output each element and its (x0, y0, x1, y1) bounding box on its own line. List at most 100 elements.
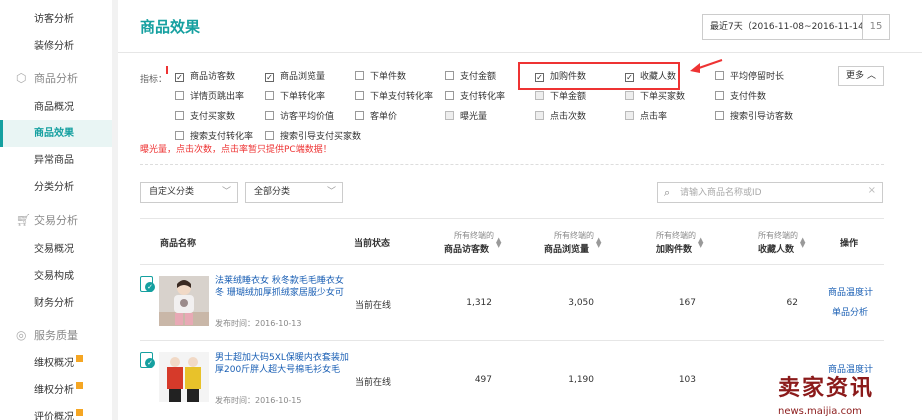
sidebar-item-rights-overview[interactable]: 维权概况 (0, 350, 112, 377)
checkbox-icon[interactable] (715, 111, 724, 120)
checkbox-icon[interactable] (355, 91, 364, 100)
pv-value: 3,050 (568, 298, 594, 308)
product-name-link[interactable]: 法莱绒睡衣女 秋冬款毛毛睡衣女冬 珊瑚绒加厚抓绒家居服少女可 (215, 275, 351, 301)
indicator-checkbox[interactable]: 访客平均价值 (265, 111, 334, 125)
indicator-checkbox[interactable]: 平均停留时长 (715, 71, 784, 85)
sidebar-group-label: 服务质量 (34, 329, 78, 342)
indicator-checkbox[interactable]: 客单价 (355, 111, 397, 125)
indicator-checkbox[interactable]: 支付转化率 (445, 91, 505, 105)
cart-value: 103 (678, 375, 696, 385)
sidebar-item-review-overview[interactable]: 评价概况 (0, 404, 112, 420)
product-thumbnail[interactable] (159, 276, 209, 326)
checkbox-icon[interactable] (715, 91, 724, 100)
indicator-checkbox[interactable]: 搜索引导访客数 (715, 111, 793, 125)
sidebar-item-decoration-analysis[interactable]: 装修分析 (0, 33, 112, 60)
select-value: 全部分类 (254, 187, 291, 197)
chevron-down-icon: ﹀ (326, 187, 336, 197)
checkbox-icon[interactable] (355, 111, 364, 120)
sidebar-group-trade[interactable]: 🛒︎ 交易分析 (16, 209, 78, 231)
indicator-checkbox[interactable]: 下单转化率 (265, 91, 325, 105)
indicator-label: 支付买家数 (190, 112, 236, 122)
row-divider (140, 340, 884, 341)
indicator-label: 访客平均价值 (280, 112, 335, 122)
indicator-checkbox[interactable]: 支付买家数 (175, 111, 235, 125)
checkbox-icon[interactable] (265, 131, 274, 140)
sidebar-item-abnormal-products[interactable]: 异常商品 (0, 147, 112, 174)
sidebar-group-product[interactable]: ⬡ 商品分析 (16, 67, 78, 89)
col-subheader-uv: 所有终端的 (454, 231, 494, 240)
indicator-checkbox[interactable]: 支付金额 (445, 71, 496, 85)
uv-value: 497 (474, 375, 492, 385)
mobile-icon: ✓ (140, 352, 155, 368)
sidebar-item-rights-analysis[interactable]: 维权分析 (0, 377, 112, 404)
uv-value: 1,312 (466, 298, 492, 308)
indicator-checkbox[interactable]: 下单件数 (355, 71, 406, 85)
table-header-border (140, 264, 884, 265)
indicator-label: 下单支付转化率 (370, 92, 434, 102)
sidebar-group-service[interactable]: ◎ 服务质量 (16, 324, 78, 346)
sidebar-item-product-effect[interactable]: 商品效果 (0, 120, 112, 147)
sort-icon[interactable]: ▲ ▼ (800, 237, 805, 249)
custom-category-select[interactable]: 自定义分类 ﹀ (140, 182, 238, 203)
clear-icon[interactable]: × (868, 185, 876, 196)
single-product-analysis-link[interactable]: 单品分析 (832, 305, 868, 318)
checkbox-icon[interactable] (175, 131, 184, 140)
product-thumbnail[interactable] (159, 352, 209, 402)
sort-icon[interactable]: ▲ ▼ (496, 237, 501, 249)
sort-icon[interactable]: ▲ ▼ (596, 237, 601, 249)
col-header-cart[interactable]: 加购件数 (656, 242, 692, 255)
table-top-border (140, 218, 884, 219)
indicator-checkbox: 下单买家数 (625, 91, 685, 105)
indicator-label: 指标： (140, 75, 168, 85)
product-thermometer-link[interactable]: 商品温度计 (828, 285, 873, 298)
sidebar-item-category-analysis[interactable]: 分类分析 (0, 174, 112, 201)
checkbox-icon[interactable] (175, 91, 184, 100)
checkbox-icon[interactable] (445, 71, 454, 80)
col-header-uv[interactable]: 商品访客数 (444, 242, 489, 255)
indicator-checkbox[interactable]: ✓ 商品访客数 (175, 71, 235, 85)
product-name-link[interactable]: 男士超加大码5XL保暖内衣套装加厚200斤胖人超大号棉毛衫女毛 (215, 352, 351, 378)
product-search[interactable]: ⌕ × (657, 182, 883, 203)
all-category-select[interactable]: 全部分类 ﹀ (245, 182, 343, 203)
calendar-icon[interactable]: 15 (862, 14, 890, 40)
checkbox-icon[interactable] (355, 71, 364, 80)
sort-icon[interactable]: ▲ ▼ (698, 237, 703, 249)
checkbox-icon (535, 91, 544, 100)
new-badge (76, 409, 83, 416)
sidebar-item-trade-composition[interactable]: 交易构成 (0, 263, 112, 290)
sidebar-item-visitor-analysis[interactable]: 访客分析 (0, 6, 112, 33)
checkbox-checked-icon[interactable]: ✓ (175, 73, 184, 82)
checkbox-icon[interactable] (445, 91, 454, 100)
indicator-checkbox[interactable]: ✓ 商品浏览量 (265, 71, 325, 85)
watermark: 卖家资讯 news.maijia.com (750, 370, 922, 420)
checkbox-icon[interactable] (265, 111, 274, 120)
col-header-pv[interactable]: 商品浏览量 (544, 242, 589, 255)
sidebar-group-label: 商品分析 (34, 72, 78, 85)
indicator-label: 曝光量 (460, 112, 488, 122)
checkbox-icon[interactable] (175, 111, 184, 120)
indicator-checkbox[interactable]: 下单支付转化率 (355, 91, 433, 105)
col-header-fav[interactable]: 收藏人数 (758, 242, 794, 255)
indicator-checkbox[interactable]: 支付件数 (715, 91, 766, 105)
sidebar-item-finance-analysis[interactable]: 财务分析 (0, 290, 112, 317)
indicator-label: 下单买家数 (640, 92, 686, 102)
more-label: 更多 (846, 71, 865, 81)
checkbox-icon[interactable] (265, 91, 274, 100)
calendar-day: 15 (869, 21, 883, 32)
search-input[interactable] (680, 184, 856, 201)
headset-icon: ◎ (16, 328, 27, 342)
section-divider (140, 164, 884, 165)
indicator-label: 商品浏览量 (280, 72, 326, 82)
check-icon: ✓ (145, 358, 155, 368)
col-header-op: 操作 (840, 239, 859, 249)
sidebar-item-trade-overview[interactable]: 交易概况 (0, 236, 112, 263)
indicator-label: 下单金额 (550, 92, 587, 102)
publish-date: 发布时间：2016-10-13 (215, 319, 302, 328)
indicator-label: 支付转化率 (460, 92, 506, 102)
sidebar-item-label: 评价概况 (34, 412, 74, 420)
checkbox-checked-icon[interactable]: ✓ (265, 73, 274, 82)
more-button[interactable]: 更多 ︿ (838, 66, 884, 86)
indicator-checkbox[interactable]: 详情页跳出率 (175, 91, 244, 105)
sidebar-item-product-overview[interactable]: 商品概况 (0, 94, 112, 121)
search-icon: ⌕ (664, 186, 671, 199)
